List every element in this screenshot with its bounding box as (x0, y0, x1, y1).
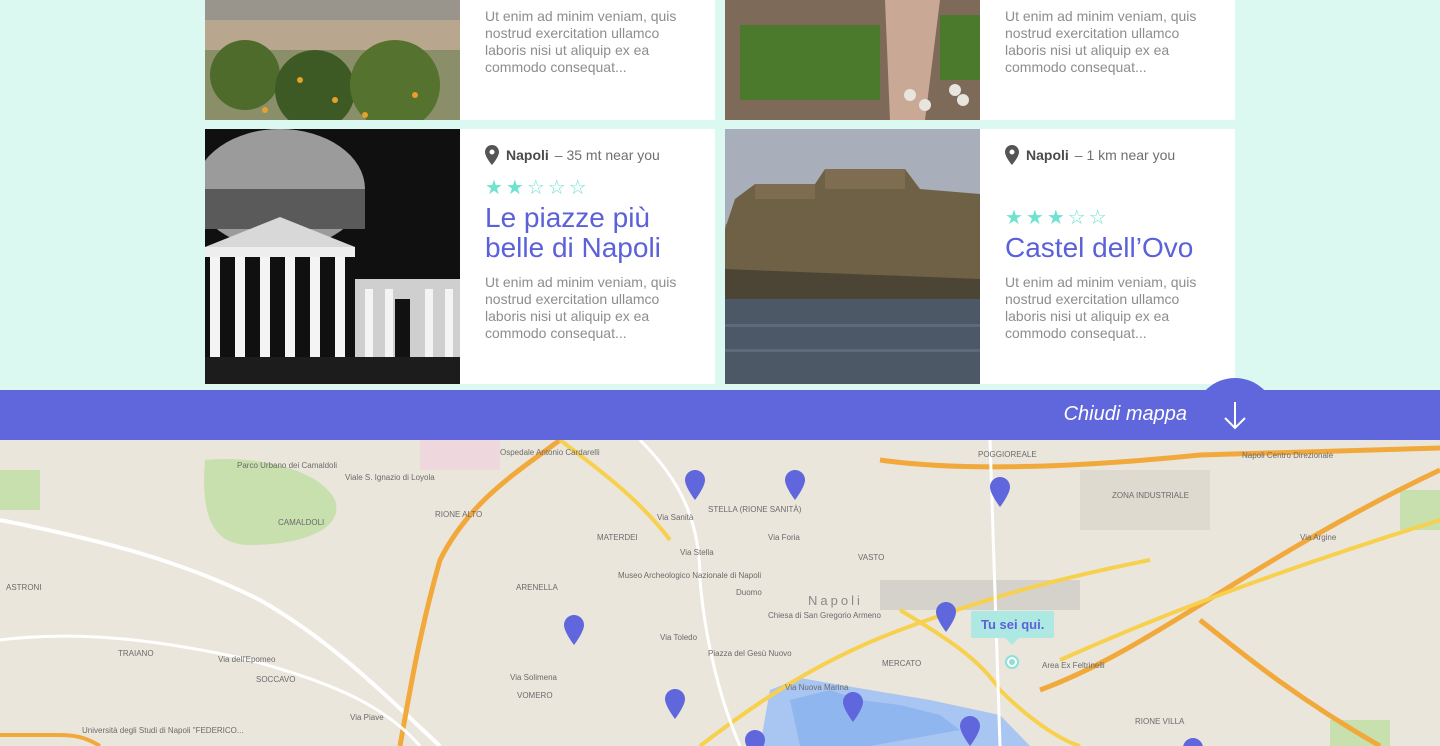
location-city: Napoli (1026, 147, 1069, 163)
card-title[interactable]: Le piazze più belle di Napoli (485, 203, 695, 263)
you-are-here-tooltip: Tu sei qui. (971, 611, 1055, 645)
place-photo (205, 0, 460, 120)
map-label: Viale S. Ignazio di Loyola (345, 473, 435, 482)
map-label: Via Stella (680, 548, 714, 557)
place-photo (725, 129, 980, 384)
map-label: Via dell'Epomeo (218, 655, 276, 664)
map-label: Duomo (736, 588, 762, 597)
place-card-4[interactable]: Napoli – 1 km near you ★★★☆☆ Castel dell… (725, 129, 1235, 384)
map-label: Via Nuova Marina (785, 683, 849, 692)
location-pin-icon (485, 145, 499, 165)
location-city: Napoli (506, 147, 549, 163)
location-pin-icon (1005, 145, 1019, 165)
map-label: RIONE VILLA (1135, 717, 1185, 726)
place-photo (205, 129, 460, 384)
location-line: Napoli – 1 km near you (1005, 145, 1175, 165)
map-label: TRAIANO (118, 649, 154, 658)
map-label: Area Ex Feltrinelli (1042, 661, 1105, 670)
location-line: Napoli – 35 mt near you (485, 145, 660, 165)
map-label: STELLA (RIONE SANITÀ) (708, 505, 802, 514)
map-label: Via Argine (1300, 533, 1337, 542)
card-description: Ut enim ad minim veniam, quis nostrud ex… (1005, 8, 1197, 75)
map-label: Università degli Studi di Napoli "FEDERI… (82, 726, 244, 735)
map-label: VOMERO (517, 691, 553, 700)
rating-stars: ★★☆☆☆ (485, 177, 590, 199)
map-label: ASTRONI (6, 583, 42, 592)
card-description: Ut enim ad minim veniam, quis nostrud ex… (1005, 274, 1197, 341)
map-label: Museo Archeologico Nazionale di Napoli (618, 571, 761, 580)
city-map[interactable]: Parco Urbano dei Camaldoli CAMALDOLI Osp… (0, 440, 1440, 746)
map-label: MERCATO (882, 659, 921, 668)
place-photo (725, 0, 980, 120)
map-label: Napoli (808, 593, 863, 608)
map-label: SOCCAVO (256, 675, 295, 684)
map-label: Chiesa di San Gregorio Armeno (768, 611, 882, 620)
map-label: Ospedale Antonio Cardarelli (500, 448, 600, 457)
map-label: ZONA INDUSTRIALE (1112, 491, 1189, 500)
map-label: ARENELLA (516, 583, 558, 592)
map-label: Via Piave (350, 713, 384, 722)
map-label: MATERDEI (597, 533, 638, 542)
map-label: POGGIOREALE (978, 450, 1037, 459)
map-label: Via Sanità (657, 513, 694, 522)
place-card-1[interactable]: Ut enim ad minim veniam, quis nostrud ex… (205, 0, 715, 120)
map-label: Piazza del Gesù Nuovo (708, 649, 792, 658)
card-title[interactable]: Castel dell’Ovo (1005, 233, 1225, 263)
map-label: CAMALDOLI (278, 518, 324, 527)
location-distance: – 1 km near you (1074, 147, 1176, 163)
map-label: Parco Urbano dei Camaldoli (237, 461, 337, 470)
place-card-3[interactable]: Napoli – 35 mt near you ★★☆☆☆ Le piazze … (205, 129, 715, 384)
map-label: Via Toledo (660, 633, 698, 642)
map-label: Via Foria (768, 533, 800, 542)
card-description: Ut enim ad minim veniam, quis nostrud ex… (485, 274, 677, 341)
close-map-bar[interactable]: Chiudi mappa (0, 378, 1440, 450)
card-description: Ut enim ad minim veniam, quis nostrud ex… (485, 8, 677, 75)
place-card-2[interactable]: Ut enim ad minim veniam, quis nostrud ex… (725, 0, 1235, 120)
rating-stars: ★★★☆☆ (1005, 207, 1110, 229)
close-map-label[interactable]: Chiudi mappa (1064, 403, 1187, 426)
map-label: Via Solimena (510, 673, 558, 682)
map-label: VASTO (858, 553, 884, 562)
location-distance: – 35 mt near you (554, 147, 660, 163)
map-label: Napoli Centro Direzionale (1242, 451, 1334, 460)
map-label: RIONE ALTO (435, 510, 482, 519)
